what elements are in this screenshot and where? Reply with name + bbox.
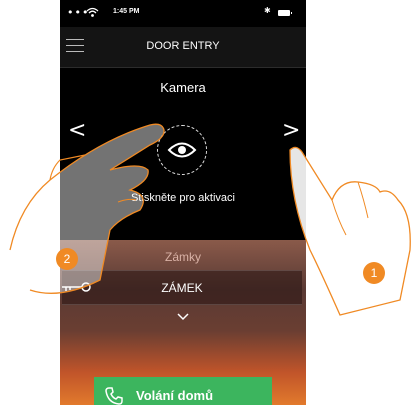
- call-home-button[interactable]: Volání domů: [94, 377, 272, 405]
- prev-camera-button[interactable]: <: [68, 118, 86, 143]
- lock-item[interactable]: ZÁMEK: [62, 270, 302, 305]
- battery-icon: [278, 10, 292, 16]
- phone-screen: ••• 1:45 PM ✱ DOOR ENTRY Kamera < > Stis…: [60, 0, 306, 405]
- next-camera-button[interactable]: >: [282, 118, 300, 143]
- eye-icon: [167, 142, 197, 158]
- bluetooth-icon: ✱: [264, 6, 271, 15]
- status-bar: ••• 1:45 PM ✱: [60, 0, 306, 27]
- locks-panel: Zámky ZÁMEK Volání domů: [60, 240, 306, 405]
- call-home-label: Volání domů: [136, 388, 214, 403]
- camera-title: Kamera: [160, 80, 206, 95]
- lock-label: ZÁMEK: [161, 281, 203, 295]
- callout-badge-2: 2: [56, 248, 78, 270]
- wifi-icon: [86, 5, 99, 23]
- camera-panel: Kamera < > Stiskněte pro aktivaci: [60, 68, 306, 240]
- activate-camera-button[interactable]: [157, 125, 207, 175]
- page-title: DOOR ENTRY: [146, 40, 220, 52]
- phone-icon: [105, 387, 123, 405]
- activate-hint: Stiskněte pro aktivaci: [131, 192, 235, 204]
- status-time: 1:45 PM: [113, 8, 140, 15]
- locks-title: Zámky: [165, 250, 201, 264]
- chevron-down-icon[interactable]: [60, 310, 306, 324]
- callout-badge-1: 1: [363, 262, 385, 284]
- nav-bar: DOOR ENTRY: [60, 27, 306, 68]
